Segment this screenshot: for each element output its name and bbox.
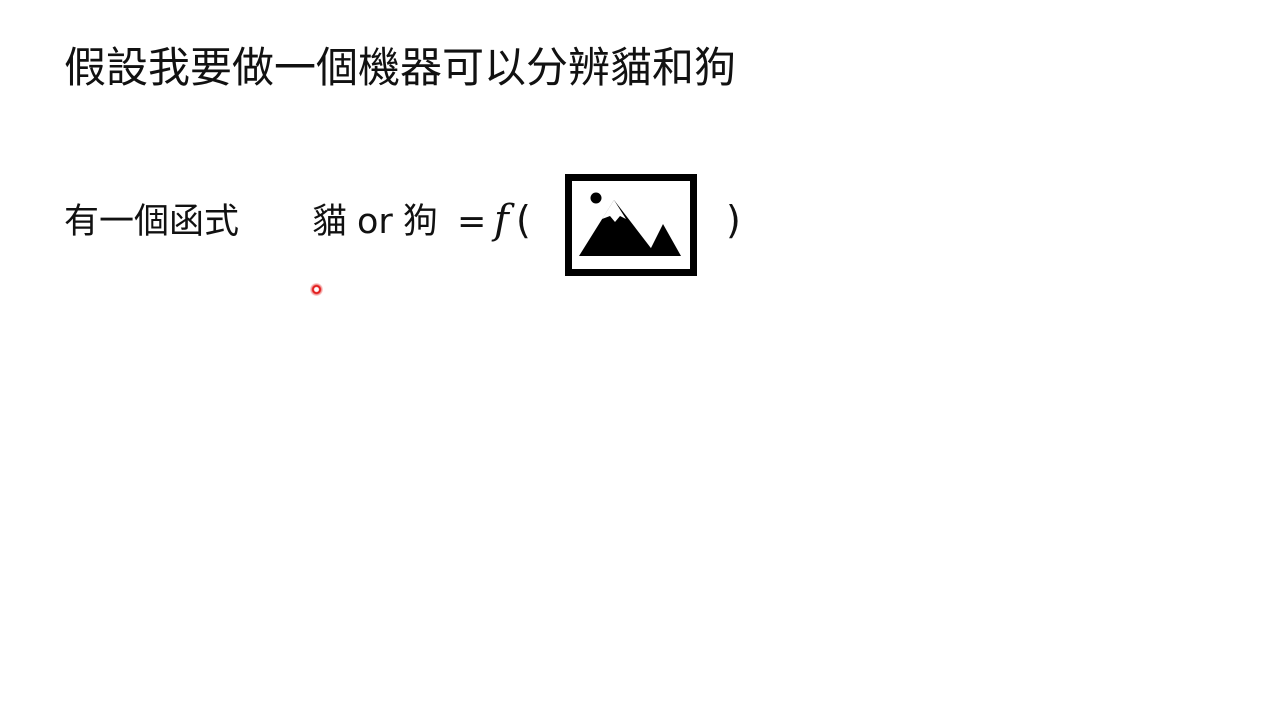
output-cat-label: 貓 xyxy=(312,202,348,242)
open-parenthesis: ( xyxy=(516,198,531,242)
close-parenthesis: ) xyxy=(726,198,741,242)
slide-title: 假設我要做一個機器可以分辨貓和狗 xyxy=(64,43,737,92)
output-dog-label: 狗 xyxy=(402,202,438,242)
equals-sign: = xyxy=(457,202,487,242)
laser-pointer-dot xyxy=(310,283,323,296)
function-output: 貓 or 狗 xyxy=(312,198,438,246)
function-label: 有一個函式 xyxy=(64,202,240,242)
output-or-label: or xyxy=(357,202,393,242)
image-placeholder-icon xyxy=(565,174,697,276)
function-symbol: f xyxy=(494,197,509,243)
